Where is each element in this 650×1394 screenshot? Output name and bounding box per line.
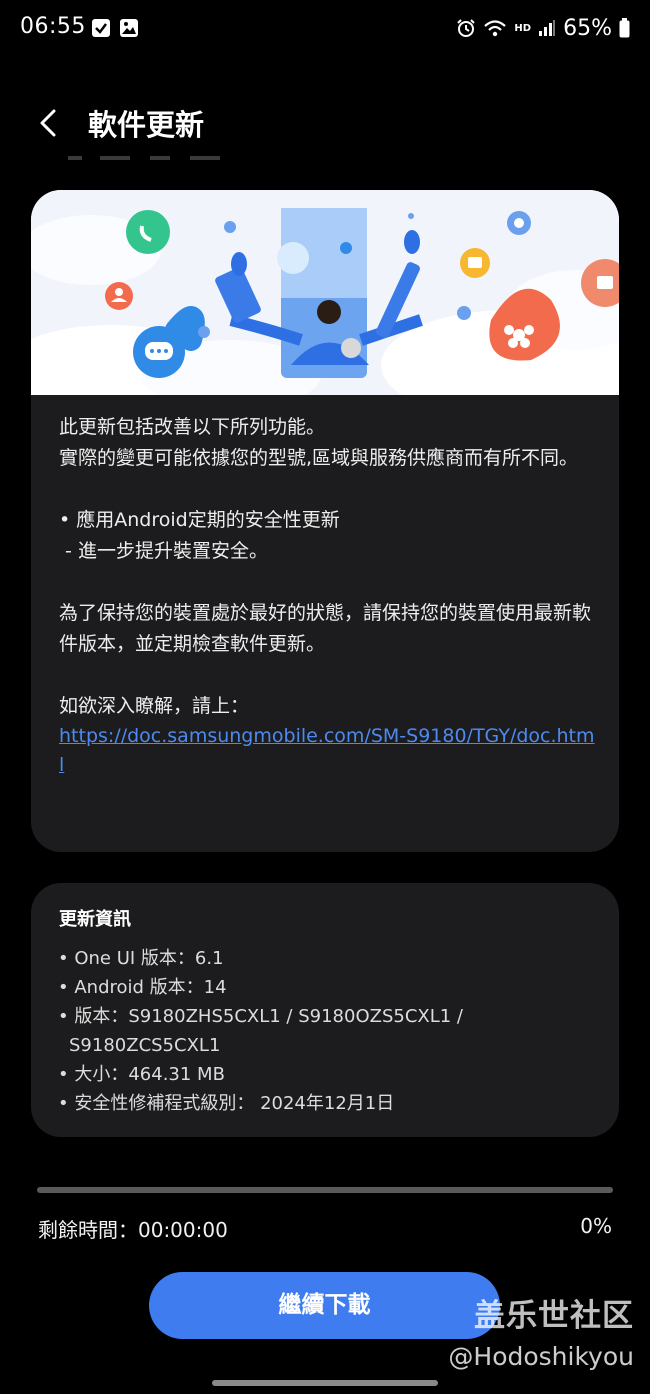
battery-icon <box>619 18 630 38</box>
page-title: 軟件更新 <box>88 108 205 142</box>
info-security-patch: 安全性修補程式級別： 2024年12月1日 <box>58 1089 598 1118</box>
download-progress-bar <box>37 1187 613 1193</box>
hd-voice-label: HD <box>514 22 532 34</box>
battery-percent: 65% <box>563 15 612 41</box>
status-time: 06:55 <box>20 14 86 39</box>
info-one-ui-version: One UI 版本：6.1 <box>58 944 598 973</box>
notes-sub-bullet: - 進一步提升裝置安全。 <box>59 540 268 562</box>
continue-download-button[interactable]: 繼續下載 <box>149 1272 500 1339</box>
update-illustration <box>31 190 619 395</box>
watermark-handle: @Hodoshikyou <box>448 1342 634 1371</box>
remaining-time: 剩餘時間：00:00:00 <box>38 1218 228 1242</box>
back-button[interactable] <box>30 103 70 143</box>
watermark-title: 盖乐世社区 <box>474 1298 634 1334</box>
status-bar: 06:55 HD 65% <box>0 0 650 58</box>
signal-icon <box>539 20 556 36</box>
wifi-icon <box>484 20 507 37</box>
scrolled-text-remnant <box>68 156 220 160</box>
checkbox-notification-icon <box>92 19 110 37</box>
alarm-icon <box>457 19 476 37</box>
info-android-version: Android 版本：14 <box>58 973 598 1002</box>
app-header: 軟件更新 <box>0 95 650 151</box>
notes-bullet: • 應用Android定期的安全性更新 <box>59 509 340 531</box>
image-notification-icon <box>120 19 138 37</box>
update-info-title: 更新資訊 <box>59 909 131 930</box>
update-info-card: 更新資訊 One UI 版本：6.1 Android 版本：14 版本：S918… <box>31 883 619 1137</box>
release-notes-card: 此更新包括改善以下所列功能。 實際的變更可能依據您的型號,區域與服務供應商而有所… <box>31 190 619 852</box>
doc-link[interactable]: https://doc.samsungmobile.com/SM-S9180/T… <box>59 722 599 780</box>
home-indicator[interactable] <box>212 1380 438 1386</box>
progress-percent: 0% <box>580 1214 612 1238</box>
info-size: 大小：464.31 MB <box>58 1060 598 1089</box>
update-info-list: One UI 版本：6.1 Android 版本：14 版本：S9180ZHS5… <box>58 944 598 1118</box>
release-notes-text: 此更新包括改善以下所列功能。 實際的變更可能依據您的型號,區域與服務供應商而有所… <box>59 412 599 780</box>
notes-intro: 此更新包括改善以下所列功能。 實際的變更可能依據您的型號,區域與服務供應商而有所… <box>59 416 579 469</box>
notes-advice: 為了保持您的裝置處於最好的狀態，請保持您的裝置使用最新軟件版本，並定期檢查軟件更… <box>59 602 592 655</box>
notes-more-info: 如欲深入瞭解，請上： <box>59 695 250 717</box>
info-build-version: 版本：S9180ZHS5CXL1 / S9180OZS5CXL1 / S9180… <box>58 1002 598 1060</box>
